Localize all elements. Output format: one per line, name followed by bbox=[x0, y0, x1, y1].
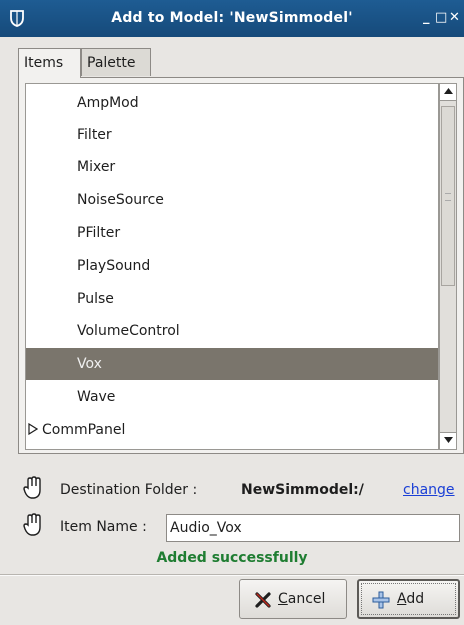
close-button[interactable]: ✕ bbox=[449, 10, 460, 25]
group-label: CommPanel bbox=[42, 422, 126, 438]
list-item[interactable]: Pulse bbox=[26, 283, 438, 315]
add-mnemonic: A bbox=[397, 591, 407, 607]
destination-folder-label: Destination Folder : bbox=[60, 482, 198, 498]
divider bbox=[0, 574, 464, 576]
item-label: Filter bbox=[77, 127, 112, 143]
item-label: AmpMod bbox=[77, 95, 139, 111]
list-item[interactable]: AmpMod bbox=[26, 87, 438, 119]
vertical-scrollbar[interactable] bbox=[439, 83, 457, 450]
add-button[interactable]: Add bbox=[357, 579, 460, 619]
tab-items[interactable]: Items bbox=[18, 48, 81, 78]
list-item[interactable]: Wave bbox=[26, 381, 438, 413]
grip-icon bbox=[445, 193, 451, 201]
change-link[interactable]: change bbox=[403, 482, 455, 498]
tree-group-commpanel[interactable]: CommPanel bbox=[26, 414, 438, 446]
minimize-button[interactable]: _ bbox=[423, 10, 430, 25]
item-label: NoiseSource bbox=[77, 192, 164, 208]
list-item[interactable]: PlaySound bbox=[26, 250, 438, 282]
list-item[interactable]: NoiseSource bbox=[26, 184, 438, 216]
item-label: PlaySound bbox=[77, 258, 151, 274]
scroll-up-button[interactable] bbox=[440, 84, 456, 101]
item-label: Mixer bbox=[77, 159, 116, 175]
add-label: Add bbox=[397, 591, 424, 607]
cancel-label-rest: ancel bbox=[287, 591, 326, 607]
x-icon bbox=[255, 592, 271, 608]
cancel-mnemonic: C bbox=[278, 591, 288, 607]
scroll-thumb[interactable] bbox=[441, 106, 455, 286]
item-label: Wave bbox=[77, 389, 116, 405]
maximize-button[interactable]: □ bbox=[435, 10, 447, 25]
list-item[interactable]: PFilter bbox=[26, 217, 438, 249]
title-bar: Add to Model: 'NewSimmodel' _ □ ✕ bbox=[0, 0, 464, 37]
item-name-label: Item Name : bbox=[60, 519, 147, 535]
status-message: Added successfully bbox=[156, 550, 308, 566]
item-label: Pulse bbox=[77, 291, 114, 307]
item-name-input[interactable] bbox=[166, 514, 460, 542]
scroll-down-button[interactable] bbox=[440, 432, 456, 449]
arrow-up-icon bbox=[443, 88, 453, 94]
hand-icon bbox=[23, 513, 41, 536]
list-item[interactable]: VolumeControl bbox=[26, 315, 438, 347]
plus-icon bbox=[372, 591, 390, 609]
add-label-rest: dd bbox=[406, 591, 425, 607]
triangle-right-icon[interactable] bbox=[28, 423, 38, 435]
item-label: VolumeControl bbox=[77, 323, 180, 339]
cancel-button[interactable]: Cancel bbox=[239, 579, 347, 619]
arrow-down-icon bbox=[443, 437, 453, 443]
destination-folder-value: NewSimmodel:/ bbox=[241, 482, 364, 498]
list-item[interactable]: Filter bbox=[26, 119, 438, 151]
item-label: PFilter bbox=[77, 225, 121, 241]
list-item-selected[interactable]: Vox bbox=[26, 348, 438, 380]
tab-palette[interactable]: Palette bbox=[81, 48, 151, 76]
window-title: Add to Model: 'NewSimmodel' bbox=[111, 10, 353, 26]
items-panel: AmpMod Filter Mixer NoiseSource PFilter … bbox=[18, 77, 464, 454]
list-item[interactable]: Mixer bbox=[26, 151, 438, 183]
cancel-label: Cancel bbox=[278, 591, 325, 607]
hand-icon bbox=[23, 476, 41, 499]
item-label: Vox bbox=[77, 356, 102, 372]
items-tree[interactable]: AmpMod Filter Mixer NoiseSource PFilter … bbox=[25, 83, 439, 450]
